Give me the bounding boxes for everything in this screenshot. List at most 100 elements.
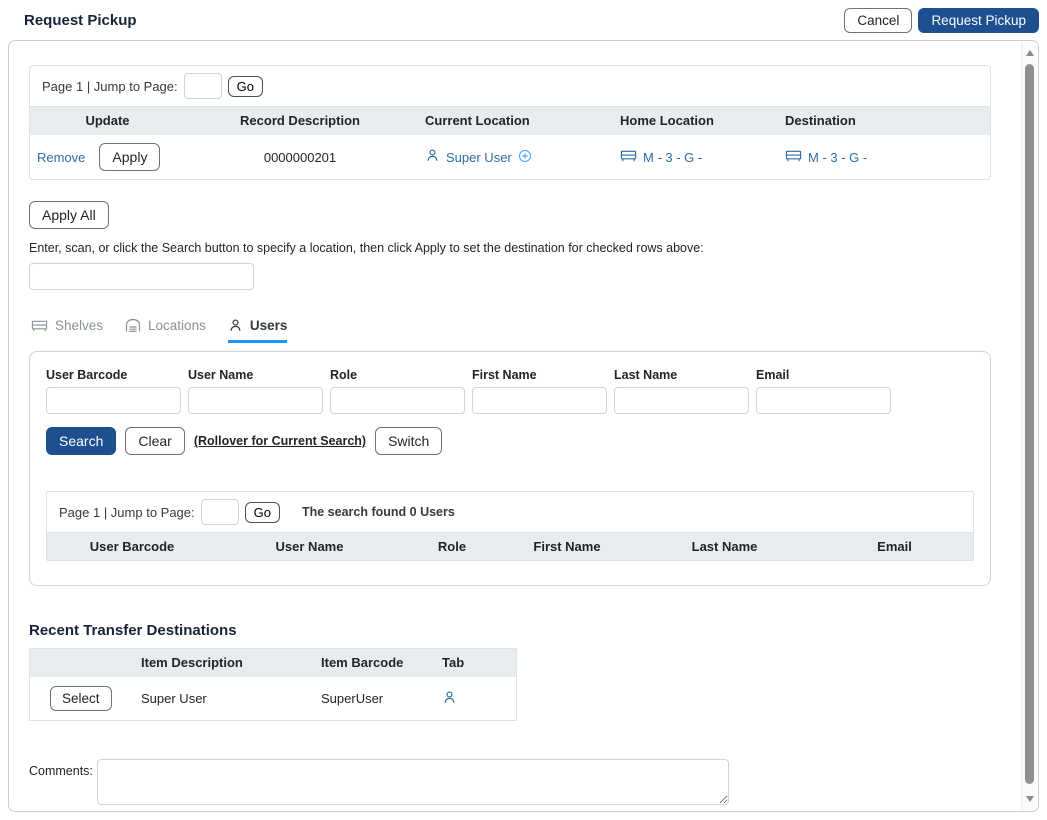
first-name-label: First Name [472,368,607,382]
apply-all-button[interactable]: Apply All [29,201,109,229]
add-circle-icon[interactable] [518,149,532,166]
select-button[interactable]: Select [50,686,112,711]
field-role: Role [330,368,465,414]
user-search-panel: User Barcode User Name Role First Name L… [29,351,991,586]
user-icon [425,148,440,166]
warehouse-icon [125,318,141,333]
item-description-cell: Super User [137,691,317,706]
clear-button[interactable]: Clear [125,427,184,455]
destination-text: M - 3 - G - [808,150,867,165]
column-header-last-name: Last Name [632,539,817,554]
shelf-icon [620,149,637,166]
rollover-current-search-link[interactable]: (Rollover for Current Search) [194,434,366,448]
results-page-text: Page 1 | Jump to Page: [59,505,195,520]
comments-textarea[interactable] [97,759,729,805]
email-label: Email [756,368,891,382]
search-buttons-row: Search Clear (Rollover for Current Searc… [46,427,974,455]
record-description-cell: 0000000201 [185,150,415,165]
column-header-user-barcode: User Barcode [47,539,217,554]
field-first-name: First Name [472,368,607,414]
vertical-scrollbar[interactable] [1021,42,1037,810]
user-icon [442,693,457,708]
instruction-text: Enter, scan, or click the Search button … [29,241,1004,255]
recent-transfer-destinations-title: Recent Transfer Destinations [29,622,1004,639]
column-header-current-location: Current Location [415,113,620,128]
home-location-cell: M - 3 - G - [620,149,785,166]
column-header-email: Email [817,539,972,554]
scrollbar-down-arrow[interactable] [1026,796,1034,802]
last-name-label: Last Name [614,368,749,382]
results-pagination: Page 1 | Jump to Page: Go The search fou… [47,492,973,533]
remove-link[interactable]: Remove [37,150,85,165]
records-pagination: Page 1 | Jump to Page: Go [30,66,990,107]
location-input[interactable] [29,263,254,290]
user-icon [228,318,243,333]
tab-bar: Shelves Locations Users [31,318,1004,343]
last-name-input[interactable] [614,387,749,414]
column-header-role: Role [402,539,502,554]
apply-button[interactable]: Apply [99,143,160,171]
role-label: Role [330,368,465,382]
shelf-icon [31,319,48,333]
current-location-link[interactable]: Super User [425,148,532,166]
destination-link[interactable]: M - 3 - G - [785,149,867,166]
comments-section: Comments: [29,759,1004,805]
request-pickup-button[interactable]: Request Pickup [918,8,1039,33]
search-result-count: The search found 0 Users [302,505,455,519]
home-location-link[interactable]: M - 3 - G - [620,149,702,166]
user-results-table: Page 1 | Jump to Page: Go The search fou… [46,491,974,561]
cancel-button[interactable]: Cancel [844,8,912,33]
top-bar: Request Pickup Cancel Request Pickup [0,0,1047,40]
column-header-update: Update [30,113,185,128]
tab-cell [438,690,516,708]
field-email: Email [756,368,891,414]
table-row: Remove Apply 0000000201 Super User [30,134,990,179]
page-title: Request Pickup [24,12,137,29]
first-name-input[interactable] [472,387,607,414]
tab-shelves-label: Shelves [55,318,103,333]
shelf-icon [785,149,802,166]
switch-button[interactable]: Switch [375,427,442,455]
tab-locations[interactable]: Locations [125,318,206,343]
records-table-header: Update Record Description Current Locati… [30,107,990,134]
field-last-name: Last Name [614,368,749,414]
tab-locations-label: Locations [148,318,206,333]
main-panel: Page 1 | Jump to Page: Go Update Record … [8,40,1039,812]
current-location-text: Super User [446,150,512,165]
records-jump-to-page-input[interactable] [184,73,222,99]
select-cell: Select [30,686,137,711]
column-header-destination: Destination [785,113,985,128]
scrollbar-up-arrow[interactable] [1026,50,1034,56]
tab-users[interactable]: Users [228,318,288,343]
destination-cell: M - 3 - G - [785,149,985,166]
tab-shelves[interactable]: Shelves [31,318,103,343]
scrollbar-thumb[interactable] [1025,64,1034,784]
column-header-home-location: Home Location [620,113,785,128]
table-row: Select Super User SuperUser [30,676,516,720]
column-header-select [30,655,137,670]
email-input[interactable] [756,387,891,414]
user-name-label: User Name [188,368,323,382]
recent-table-header: Item Description Item Barcode Tab [30,649,516,676]
user-name-input[interactable] [188,387,323,414]
update-cell: Remove Apply [30,143,185,171]
column-header-first-name: First Name [502,539,632,554]
recent-transfers-table: Item Description Item Barcode Tab Select… [29,648,517,721]
column-header-item-barcode: Item Barcode [317,655,438,670]
results-jump-to-page-input[interactable] [201,499,239,525]
comments-label: Comments: [29,759,93,805]
role-input[interactable] [330,387,465,414]
tab-users-label: Users [250,318,288,333]
user-barcode-label: User Barcode [46,368,181,382]
results-table-header: User Barcode User Name Role First Name L… [47,533,973,560]
records-page-text: Page 1 | Jump to Page: [42,79,178,94]
search-button[interactable]: Search [46,427,116,455]
results-go-button[interactable]: Go [245,502,280,523]
user-barcode-input[interactable] [46,387,181,414]
item-barcode-cell: SuperUser [317,691,438,706]
search-fields: User Barcode User Name Role First Name L… [46,368,974,414]
records-go-button[interactable]: Go [228,76,263,97]
records-table: Page 1 | Jump to Page: Go Update Record … [29,65,991,180]
panel-content: Page 1 | Jump to Page: Go Update Record … [9,41,1024,820]
home-location-text: M - 3 - G - [643,150,702,165]
